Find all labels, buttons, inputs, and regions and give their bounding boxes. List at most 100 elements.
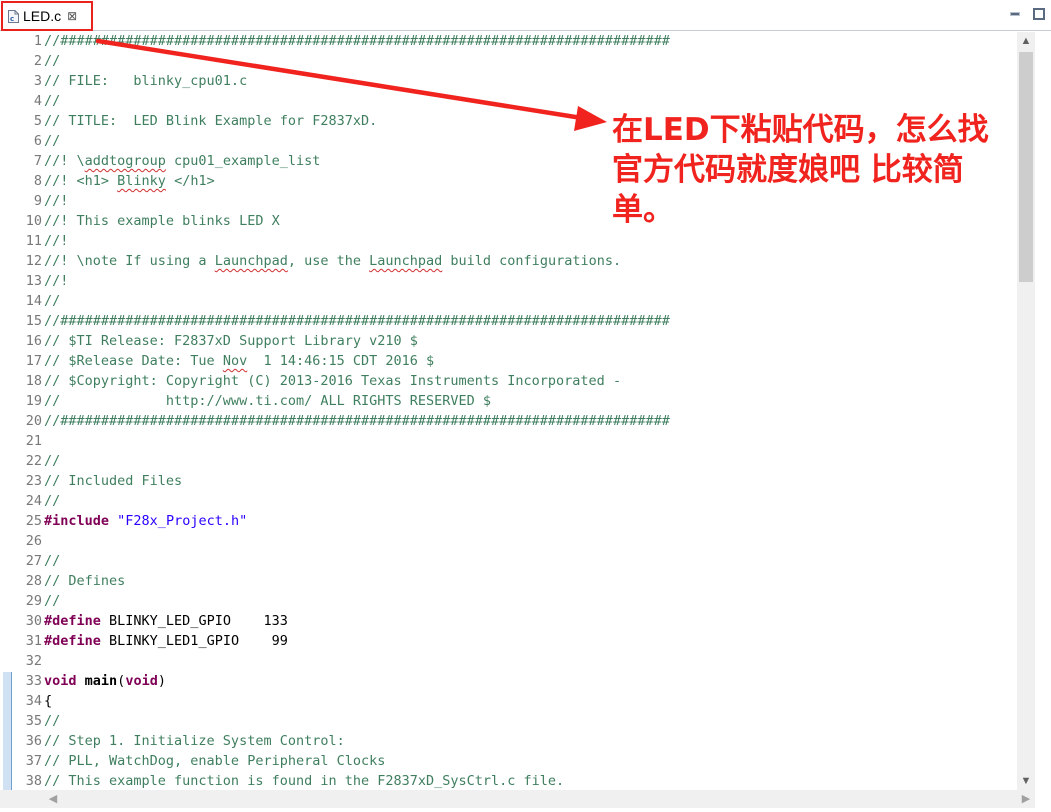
line-number: 17: [25, 353, 42, 369]
code-token: // TITLE: LED Blink Example for F2837xD.: [44, 113, 378, 129]
code-token: main: [84, 673, 118, 689]
code-text: //######################################…: [44, 311, 670, 331]
code-token: // Step 1. Initialize System Control:: [44, 733, 345, 749]
code-token: //!: [44, 233, 69, 249]
maximize-icon[interactable]: [1031, 6, 1045, 20]
code-token: // Defines: [44, 573, 126, 589]
annotation-text: 在LED下粘贴代码，怎么找官方代码就度娘吧 比较简单。: [612, 112, 989, 228]
code-token: // $Release Date: Tue: [44, 353, 223, 369]
code-token: //######################################…: [44, 413, 670, 429]
code-token: "F28x_Project.h": [117, 513, 248, 529]
horizontal-scrollbar[interactable]: ◀ ▶: [0, 790, 1035, 808]
code-token: //: [44, 713, 61, 729]
line-number: 14: [25, 293, 42, 309]
line-number: 38: [25, 773, 42, 789]
line-number: 31: [25, 633, 42, 649]
code-token: //! <h1>: [44, 173, 118, 189]
code-token: ): [157, 673, 166, 689]
code-text: #define BLINKY_LED1_GPIO 99: [44, 631, 288, 651]
scroll-down-icon[interactable]: ▼: [1017, 772, 1035, 790]
line-number: 36: [25, 733, 42, 749]
code-text: // TITLE: LED Blink Example for F2837xD.: [44, 111, 377, 131]
line-number: 22: [25, 453, 42, 469]
code-token: //! \note If using a: [44, 253, 215, 269]
code-token: addtogroup: [84, 153, 166, 169]
code-text: //: [44, 291, 60, 311]
line-number: 8: [33, 173, 42, 189]
code-text: //: [44, 91, 60, 111]
code-text: // Step 1. Initialize System Control:: [44, 731, 345, 751]
code-token: // FILE: blinky_cpu01.c: [44, 73, 248, 89]
line-number: 1: [33, 33, 42, 49]
line-number: 32: [25, 653, 42, 669]
code-token: #include: [44, 513, 110, 529]
code-token: //: [44, 53, 61, 69]
code-text: // PLL, WatchDog, enable Peripheral Cloc…: [44, 751, 385, 771]
line-number: 28: [25, 573, 42, 589]
code-token: //! \: [44, 153, 85, 169]
code-token: //! This example blinks LED X: [44, 213, 280, 229]
line-number: 9: [33, 193, 42, 209]
code-token: // Included Files: [44, 473, 183, 489]
scroll-right-icon[interactable]: ▶: [1017, 790, 1035, 808]
line-number: 30: [25, 613, 42, 629]
line-number: 29: [25, 593, 42, 609]
code-token: //!: [44, 193, 69, 209]
scrollbar-thumb[interactable]: [1019, 52, 1033, 282]
code-token: Launchpad: [369, 253, 443, 269]
code-text: //: [44, 711, 60, 731]
code-token: //######################################…: [44, 33, 670, 49]
code-text: //! This example blinks LED X: [44, 211, 280, 231]
line-number: 19: [25, 393, 42, 409]
code-text: // http://www.ti.com/ ALL RIGHTS RESERVE…: [44, 391, 491, 411]
tab-led-c[interactable]: c LED.c ⊠: [1, 1, 93, 31]
code-token: // PLL, WatchDog, enable Peripheral Cloc…: [44, 753, 386, 769]
code-token: //: [44, 93, 61, 109]
code-token: // http://www.ti.com/ ALL RIGHTS RESERVE…: [44, 393, 492, 409]
code-text: //: [44, 491, 60, 511]
line-number: 25: [25, 513, 42, 529]
code-token: //: [44, 593, 61, 609]
tab-label: LED.c: [23, 8, 62, 24]
close-icon[interactable]: ⊠: [67, 10, 77, 22]
code-token: //: [44, 133, 61, 149]
scroll-left-icon[interactable]: ◀: [44, 790, 62, 808]
code-text: //! \addtogroup cpu01_example_list: [44, 151, 320, 171]
code-text: //: [44, 551, 60, 571]
vertical-scrollbar[interactable]: ▲ ▼: [1017, 32, 1035, 790]
window-controls: [1007, 6, 1045, 20]
line-number: 3: [33, 73, 42, 89]
line-number: 6: [33, 133, 42, 149]
code-text: //######################################…: [44, 32, 670, 51]
code-text: #include "F28x_Project.h": [44, 511, 247, 531]
line-number: 23: [25, 473, 42, 489]
line-number: 4: [33, 93, 42, 109]
code-token: </h1>: [165, 173, 215, 189]
code-token: // $Copyright: Copyright (C) 2013-2016 T…: [44, 373, 622, 389]
code-token: , use the: [287, 253, 370, 269]
code-token: {: [44, 693, 53, 709]
code-text: // $Copyright: Copyright (C) 2013-2016 T…: [44, 371, 621, 391]
code-token: // This example function is found in the…: [44, 773, 565, 789]
minimize-icon[interactable]: [1007, 6, 1021, 20]
code-text: //!: [44, 271, 68, 291]
code-text: //: [44, 591, 60, 611]
code-token: BLINKY_LED1_GPIO 99: [100, 633, 288, 649]
code-text: //: [44, 451, 60, 471]
line-number: 33: [25, 673, 42, 689]
scroll-up-icon[interactable]: ▲: [1017, 32, 1035, 50]
line-number: 37: [25, 753, 42, 769]
code-text: void main(void): [44, 671, 166, 691]
code-text: #define BLINKY_LED_GPIO 133: [44, 611, 288, 631]
code-text: {: [44, 691, 52, 711]
code-token: //: [44, 453, 61, 469]
code-token: #define: [44, 633, 101, 649]
code-text: //######################################…: [44, 411, 670, 431]
code-token: //!: [44, 273, 69, 289]
code-token: Blinky: [117, 173, 166, 189]
line-number: 21: [25, 433, 42, 449]
editor-tab-bar: c LED.c ⊠: [0, 0, 1051, 31]
line-number: 16: [25, 333, 42, 349]
code-token: Launchpad: [214, 253, 288, 269]
code-text: //!: [44, 191, 68, 211]
